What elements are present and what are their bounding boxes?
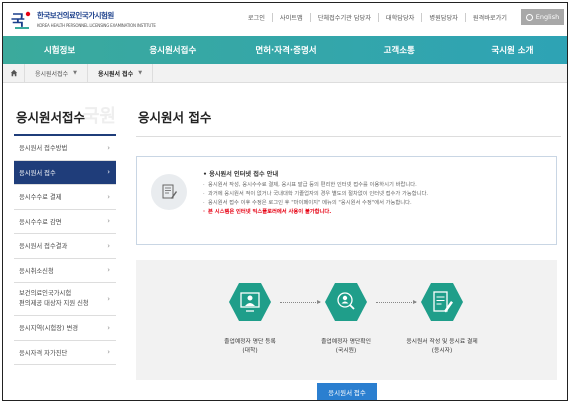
notice-line: 응시원서 접수 이후 수정은 로그인 후 "마이페이지" 메뉴의 "응시원서 수…: [203, 199, 553, 208]
logo[interactable]: 국 한국보건의료인국가시험원 KOREA HEALTH PERSONNEL LI…: [11, 8, 156, 30]
sidebar-item-fee-payment[interactable]: 응시수수료 결제 ›: [14, 185, 116, 210]
sidebar-item-application[interactable]: 응시원서 접수 ›: [14, 160, 116, 185]
sidebar: 응시원서접수 국원 응시원서 접수방법 › 응시원서 접수 › 응시수수료 결제…: [14, 100, 116, 365]
process-step-label: 졸업예정자 명단 등록 (대학): [224, 339, 276, 354]
gnb-application[interactable]: 응시원서접수: [116, 36, 229, 64]
svg-text:국: 국: [11, 11, 25, 29]
chevron-right-icon: ›: [107, 192, 110, 201]
sidebar-item-accommodation-request[interactable]: 보건의료인국가시험 편의제공 대상자 지원 신청 ›: [14, 283, 116, 316]
sidebar-title: 응시원서접수: [16, 110, 86, 125]
process-steps: 졸업예정자 명단 등록 (대학) 졸업예정자 명단확인 (국시원) 응시원서 작…: [136, 260, 557, 380]
process-step: 졸업예정자 명단 등록 (대학): [200, 282, 300, 356]
logo-title: 한국보건의료인국가시험원: [37, 11, 114, 20]
chevron-right-icon: ›: [107, 348, 110, 357]
chevron-right-icon: ›: [107, 266, 110, 275]
header: 국 한국보건의료인국가시험원 KOREA HEALTH PERSONNEL LI…: [3, 3, 567, 36]
chevron-down-icon: ▼: [73, 70, 77, 76]
chevron-right-icon: ›: [107, 295, 110, 303]
notice-heading: • 응시원서 인터넷 접수 안내: [203, 171, 279, 178]
english-label: English: [535, 13, 560, 21]
chevron-right-icon: ›: [107, 143, 110, 152]
gnb-exam-info[interactable]: 시험정보: [3, 36, 116, 64]
util-remote-support-link[interactable]: 원격바로가기: [464, 13, 514, 22]
sidebar-item-application-result[interactable]: 응시원서 접수결과 ›: [14, 234, 116, 259]
util-sitemap-link[interactable]: 사이트맵: [271, 13, 310, 22]
breadcrumb-item-application[interactable]: 응시원서접수 ▼: [25, 63, 88, 83]
process-step-label: 졸업예정자 명단확인 (국시원): [321, 339, 371, 354]
chevron-right-icon: ›: [107, 323, 110, 332]
notice-line: 응시원서 작성, 응시수수료 결제, 응시표 발급 등의 편리한 인터넷 접수를…: [203, 181, 553, 190]
util-hospital-admin-link[interactable]: 병원담당자: [421, 13, 464, 22]
globe-icon: [525, 13, 533, 21]
chevron-down-icon: ▼: [138, 70, 143, 76]
sidebar-menu: 응시원서 접수방법 › 응시원서 접수 › 응시수수료 결제 › 응시수수료 감…: [14, 136, 116, 365]
sidebar-item-exam-site-change[interactable]: 응시지역(시험장) 변경 ›: [14, 316, 116, 341]
logo-mark-icon: 국: [11, 8, 33, 30]
write-application-icon: [420, 282, 464, 322]
title-divider: [136, 136, 561, 137]
sidebar-item-self-diagnosis[interactable]: 응시자격 자가진단 ›: [14, 341, 116, 365]
util-university-admin-link[interactable]: 대학담당자: [377, 13, 421, 22]
register-graduates-icon: [228, 282, 272, 322]
submit-application-button[interactable]: 응시원서 접수: [317, 383, 377, 400]
notice-line: 과거에 응시원서 적이 없거나 국내대학 기졸업자의 경우 별도의 절차없이 인…: [203, 190, 553, 199]
notice-box: • 응시원서 인터넷 접수 안내 응시원서 작성, 응시수수료 결제, 응시표 …: [136, 156, 557, 245]
breadcrumb-item-current[interactable]: 응시원서 접수 ▼: [88, 63, 154, 83]
utility-links: 로그인 사이트맵 단체접수기관 담당자 대학담당자 병원담당자 원격바로가기: [241, 13, 514, 22]
english-button[interactable]: English: [521, 9, 564, 25]
sidebar-item-fee-reduction[interactable]: 응시수수료 감면 ›: [14, 210, 116, 234]
sidebar-item-application-method[interactable]: 응시원서 접수방법 ›: [14, 136, 116, 161]
chevron-right-icon: ›: [107, 217, 110, 226]
gnb-license-certificate[interactable]: 면허·자격·증명서: [229, 36, 342, 64]
home-icon[interactable]: [3, 63, 25, 83]
breadcrumb: 응시원서접수 ▼ 응시원서 접수 ▼: [3, 63, 567, 83]
chevron-right-icon: ›: [107, 241, 110, 250]
browser-frame: 국 한국보건의료인국가시험원 KOREA HEALTH PERSONNEL LI…: [2, 2, 568, 401]
gnb-customer-communication[interactable]: 고객소통: [343, 36, 456, 64]
sidebar-watermark: 국원: [82, 106, 116, 127]
process-step: 응시원서 작성 및 응시료 결제 (응시자): [392, 282, 492, 356]
sidebar-item-cancel-application[interactable]: 응시취소신청 ›: [14, 259, 116, 283]
notice-warning: 본 시스템은 인터넷 익스플로러에서 사용이 불가합니다.: [203, 208, 553, 217]
logo-subtitle: KOREA HEALTH PERSONNEL LICENSING EXAMINA…: [37, 23, 156, 28]
document-pen-icon: [151, 174, 187, 210]
process-step-label: 응시원서 작성 및 응시료 결제 (응시자): [406, 339, 478, 354]
gnb-about[interactable]: 국시원 소개: [456, 36, 567, 64]
chevron-right-icon: ›: [107, 168, 110, 177]
main-navigation: 시험정보 응시원서접수 면허·자격·증명서 고객소통 국시원 소개: [3, 36, 567, 64]
page-title: 응시원서 접수: [138, 110, 212, 125]
verify-graduates-icon: [324, 282, 368, 322]
process-step: 졸업예정자 명단확인 (국시원): [296, 282, 396, 356]
util-login-link[interactable]: 로그인: [241, 13, 272, 22]
util-group-admin-link[interactable]: 단체접수기관 담당자: [309, 13, 378, 22]
